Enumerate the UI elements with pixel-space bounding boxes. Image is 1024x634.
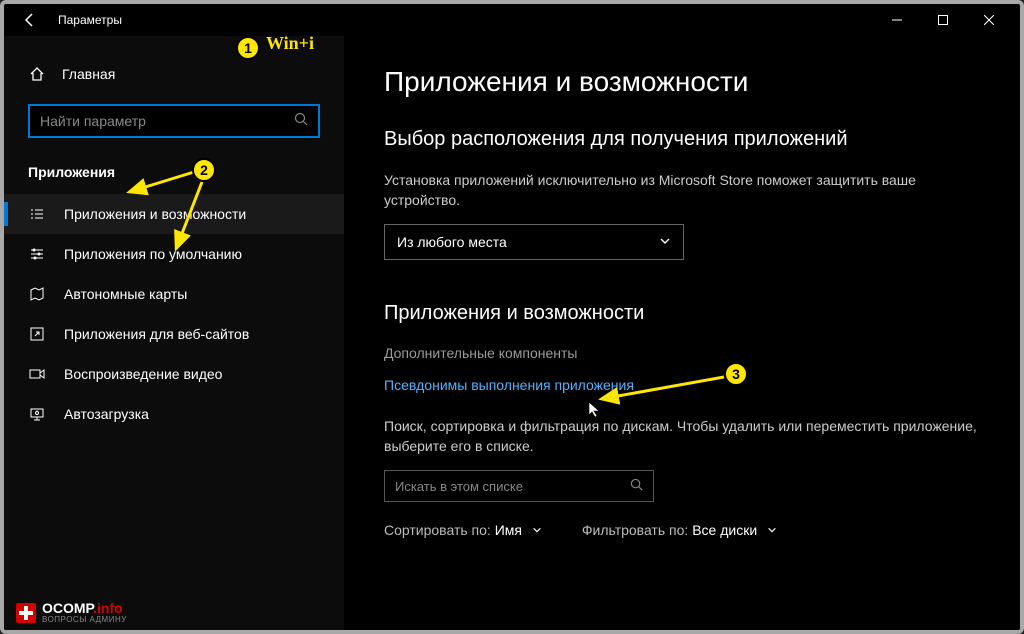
annotation-arrow-3 bbox=[589, 369, 739, 409]
window-title: Параметры bbox=[58, 13, 122, 27]
watermark: OCOMP.info ВОПРОСЫ АДМИНУ bbox=[16, 601, 127, 624]
sidebar-item-label: Автономные карты bbox=[64, 286, 187, 302]
arrow-left-icon bbox=[22, 12, 38, 28]
annotation-badge-2: 2 bbox=[192, 158, 216, 182]
maximize-icon bbox=[938, 15, 948, 25]
app-list-search[interactable]: Искать в этом списке bbox=[384, 470, 654, 502]
link-optional-components[interactable]: Дополнительные компоненты bbox=[384, 345, 980, 361]
sidebar: Главная Приложения Приложения и возможно… bbox=[4, 36, 344, 630]
close-button[interactable] bbox=[966, 4, 1012, 36]
sidebar-home[interactable]: Главная bbox=[4, 56, 344, 92]
minimize-button[interactable] bbox=[874, 4, 920, 36]
annotation-badge-1: 1 bbox=[236, 36, 260, 60]
sidebar-item-video-playback[interactable]: Воспроизведение видео bbox=[4, 354, 344, 394]
sort-control[interactable]: Сортировать по: Имя bbox=[384, 522, 542, 538]
source-description: Установка приложений исключительно из Mi… bbox=[384, 171, 980, 210]
section-heading-apps: Приложения и возможности bbox=[384, 300, 980, 327]
sidebar-item-apps-websites[interactable]: Приложения для веб-сайтов bbox=[4, 314, 344, 354]
annotation-text-1: Win+i bbox=[266, 33, 314, 54]
search-icon bbox=[294, 112, 308, 131]
filter-control[interactable]: Фильтровать по: Все диски bbox=[582, 522, 777, 538]
source-dropdown[interactable]: Из любого места bbox=[384, 224, 684, 260]
sidebar-item-label: Воспроизведение видео bbox=[64, 366, 222, 382]
cross-icon bbox=[16, 603, 36, 623]
back-button[interactable] bbox=[12, 4, 48, 36]
close-icon bbox=[984, 15, 994, 25]
cursor-icon bbox=[588, 401, 602, 419]
sidebar-item-label: Автозагрузка bbox=[64, 406, 149, 422]
chevron-down-icon bbox=[532, 522, 542, 538]
dropdown-value: Из любого места bbox=[397, 234, 507, 250]
annotation-badge-3: 3 bbox=[724, 362, 748, 386]
sidebar-home-label: Главная bbox=[62, 66, 115, 82]
startup-icon bbox=[28, 406, 46, 422]
list-icon bbox=[28, 206, 46, 222]
annotation-arrow-2b bbox=[164, 179, 224, 259]
apps-description: Поиск, сортировка и фильтрация по дискам… bbox=[384, 417, 980, 456]
sidebar-item-label: Приложения для веб-сайтов bbox=[64, 326, 249, 342]
sidebar-item-startup[interactable]: Автозагрузка bbox=[4, 394, 344, 434]
titlebar: Параметры bbox=[4, 4, 1020, 36]
search-icon bbox=[630, 478, 643, 494]
search-box[interactable] bbox=[28, 104, 320, 138]
chevron-down-icon bbox=[767, 522, 777, 538]
map-icon bbox=[28, 286, 46, 302]
page-title: Приложения и возможности bbox=[384, 66, 980, 98]
chevron-down-icon bbox=[659, 234, 671, 250]
defaults-icon bbox=[28, 246, 46, 262]
home-icon bbox=[28, 66, 46, 82]
app-list-search-placeholder: Искать в этом списке bbox=[395, 479, 523, 494]
content-area: Приложения и возможности Выбор расположе… bbox=[344, 36, 1020, 630]
minimize-icon bbox=[892, 15, 902, 25]
search-input[interactable] bbox=[40, 113, 294, 129]
maximize-button[interactable] bbox=[920, 4, 966, 36]
video-icon bbox=[28, 366, 46, 382]
sidebar-item-offline-maps[interactable]: Автономные карты bbox=[4, 274, 344, 314]
section-heading-source: Выбор расположения для получения приложе… bbox=[384, 126, 980, 153]
open-external-icon bbox=[28, 326, 46, 342]
